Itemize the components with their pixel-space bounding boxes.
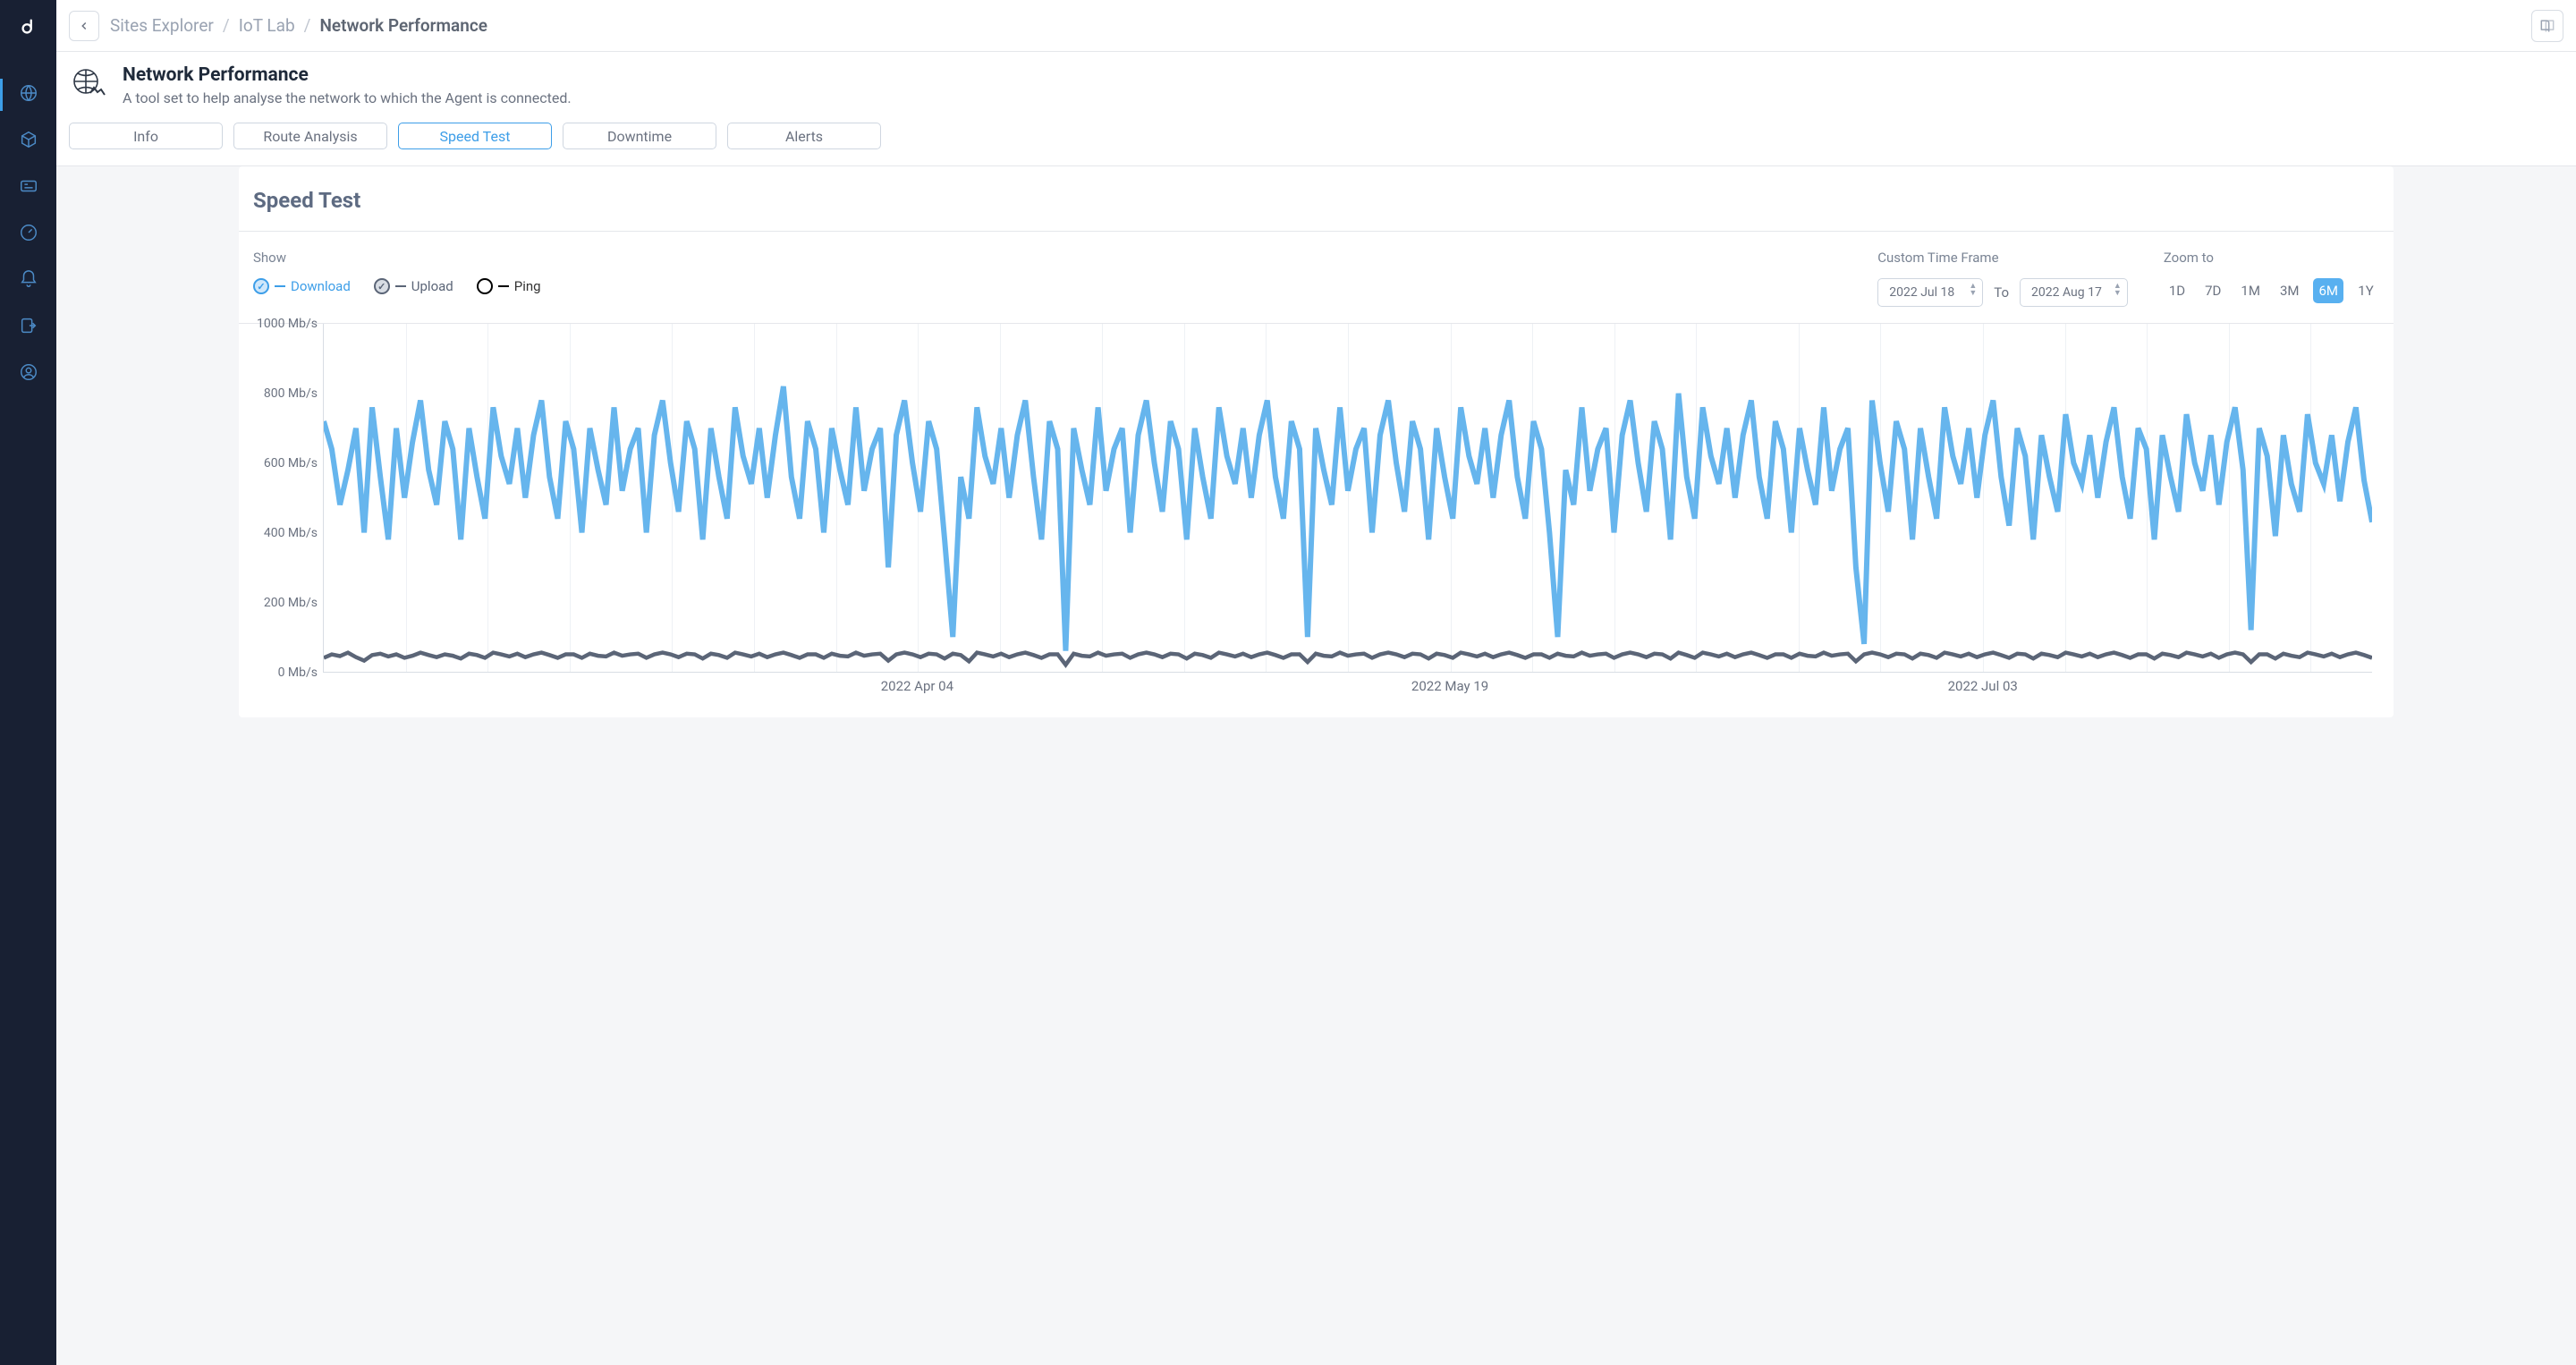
chart-series-download: [324, 386, 2372, 651]
checkbox-icon: [374, 278, 390, 294]
page-description: A tool set to help analyse the network t…: [123, 89, 572, 106]
cube-icon: [19, 130, 38, 153]
chart-series-upload: [324, 653, 2372, 666]
exit-icon: [19, 316, 38, 339]
y-tick-label: 600 Mb/s: [264, 456, 318, 471]
x-tick-label: 2022 Jul 03: [1948, 678, 2018, 694]
sidebar-item-user[interactable]: [0, 351, 56, 397]
header: Sites Explorer / IoT Lab / Network Perfo…: [56, 0, 2576, 52]
series-label: Download: [291, 278, 351, 294]
tab-speed-test[interactable]: Speed Test: [398, 123, 552, 149]
panel-title: Speed Test: [239, 166, 2394, 231]
series-label: Upload: [411, 278, 453, 294]
y-tick-label: 400 Mb/s: [264, 526, 318, 540]
zoom-1m[interactable]: 1M: [2235, 278, 2266, 303]
legend-swatch: [275, 285, 285, 287]
panel-controls: Show Download Upload Ping Custom Time Fr…: [239, 232, 2394, 323]
bell-icon: [19, 269, 38, 292]
date-from-input[interactable]: 2022 Jul 18 ▲▼: [1877, 278, 1983, 307]
zoom-7d[interactable]: 7D: [2199, 278, 2226, 303]
sidebar-item-gauge[interactable]: [0, 211, 56, 258]
page-title: Network Performance: [123, 64, 572, 86]
legend-swatch: [395, 285, 406, 287]
stepper-icon[interactable]: ▲▼: [2114, 283, 2122, 297]
tab-alerts[interactable]: Alerts: [727, 123, 881, 149]
timeframe-group: Custom Time Frame 2022 Jul 18 ▲▼ To 2022…: [1877, 250, 2128, 307]
zoom-1d[interactable]: 1D: [2164, 278, 2190, 303]
breadcrumb-item[interactable]: IoT Lab: [239, 15, 295, 36]
help-button[interactable]: [2531, 10, 2563, 42]
tabs: Info Route Analysis Speed Test Downtime Aler…: [69, 123, 2563, 149]
content-scroll[interactable]: Speed Test Show Download Upload Ping Cus…: [56, 166, 2576, 1365]
checkbox-icon: [477, 278, 493, 294]
show-label: Show: [253, 250, 541, 266]
zoom-group: Zoom to 1D 7D 1M 3M 6M 1Y: [2164, 250, 2379, 303]
series-toggle-upload[interactable]: Upload: [374, 278, 453, 294]
tab-downtime[interactable]: Downtime: [563, 123, 716, 149]
back-button[interactable]: [69, 11, 99, 41]
tab-route-analysis[interactable]: Route Analysis: [233, 123, 387, 149]
sidebar-item-globe[interactable]: [0, 72, 56, 118]
show-group: Show Download Upload Ping: [253, 250, 541, 294]
card-icon: [19, 176, 38, 199]
y-tick-label: 1000 Mb/s: [257, 317, 318, 331]
y-tick-label: 800 Mb/s: [264, 386, 318, 401]
breadcrumb-item[interactable]: Sites Explorer: [110, 15, 214, 36]
date-to-input[interactable]: 2022 Aug 17 ▲▼: [2020, 278, 2128, 307]
x-tick-label: 2022 Apr 04: [881, 678, 953, 694]
checkbox-icon: [253, 278, 269, 294]
sidebar-item-bell[interactable]: [0, 258, 56, 304]
page-head: Network Performance A tool set to help a…: [56, 52, 2576, 166]
y-axis: 0 Mb/s200 Mb/s400 Mb/s600 Mb/s800 Mb/s10…: [253, 324, 323, 673]
x-axis: 2022 Apr 04 2022 May 19 2022 Jul 03: [323, 678, 2372, 699]
breadcrumb-sep: /: [223, 15, 230, 36]
breadcrumb: Sites Explorer / IoT Lab / Network Perfo…: [110, 15, 487, 36]
series-label: Ping: [514, 278, 541, 294]
sidebar-item-exit[interactable]: [0, 304, 56, 351]
y-tick-label: 0 Mb/s: [278, 666, 318, 680]
to-label: To: [1994, 284, 2009, 301]
breadcrumb-sep: /: [304, 15, 311, 36]
legend-swatch: [498, 285, 509, 287]
zoom-6m[interactable]: 6M: [2313, 278, 2343, 303]
x-tick-label: 2022 May 19: [1411, 678, 1488, 694]
zoom-label: Zoom to: [2164, 250, 2379, 266]
speed-test-panel: Speed Test Show Download Upload Ping Cus…: [239, 166, 2394, 717]
zoom-1y[interactable]: 1Y: [2352, 278, 2379, 303]
zoom-3m[interactable]: 3M: [2275, 278, 2305, 303]
main: Sites Explorer / IoT Lab / Network Perfo…: [56, 0, 2576, 1365]
stepper-icon[interactable]: ▲▼: [1969, 283, 1977, 297]
sidebar-item-card[interactable]: [0, 165, 56, 211]
user-icon: [19, 362, 38, 386]
sidebar: [0, 0, 56, 1365]
chart-plot-area[interactable]: [323, 324, 2372, 673]
breadcrumb-item-current: Network Performance: [319, 15, 487, 36]
series-toggle-ping[interactable]: Ping: [477, 278, 541, 294]
tab-info[interactable]: Info: [69, 123, 223, 149]
y-tick-label: 200 Mb/s: [264, 596, 318, 610]
gauge-icon: [19, 223, 38, 246]
chart-container: 0 Mb/s200 Mb/s400 Mb/s600 Mb/s800 Mb/s10…: [239, 324, 2394, 717]
timeframe-label: Custom Time Frame: [1877, 250, 2128, 266]
series-toggle-download[interactable]: Download: [253, 278, 351, 294]
globe-icon: [19, 83, 38, 106]
network-globe-icon: [71, 66, 108, 104]
sidebar-item-cube[interactable]: [0, 118, 56, 165]
app-logo: [0, 0, 56, 54]
